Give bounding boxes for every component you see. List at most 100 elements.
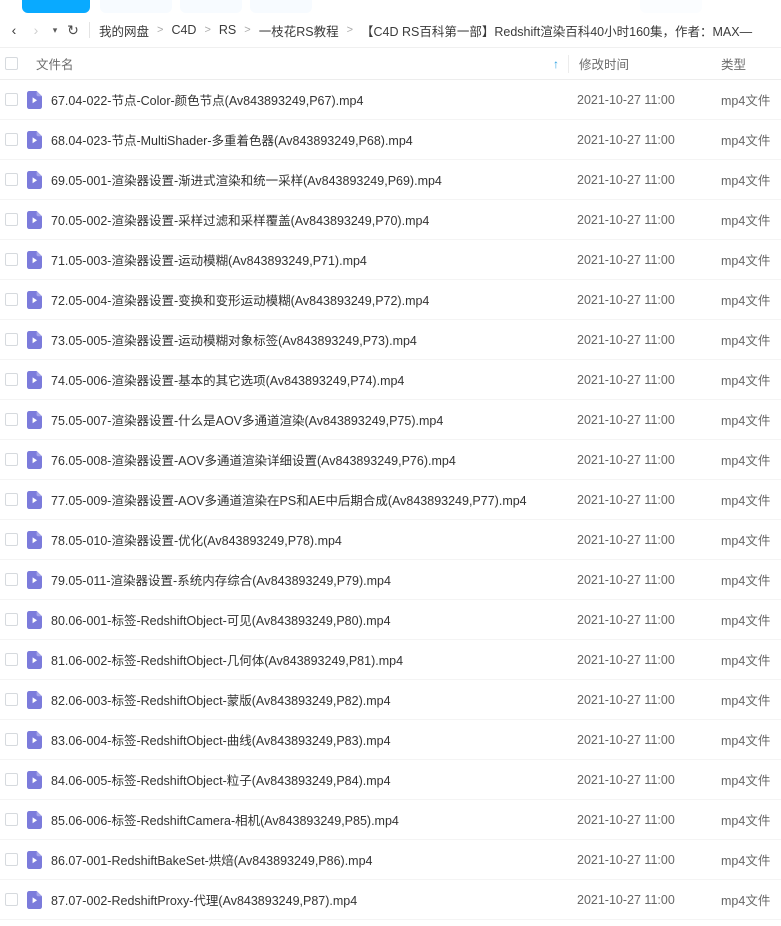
table-row[interactable]: 77.05-009-渲染器设置-AOV多通道渲染在PS和AE中后期合成(Av84… (0, 480, 781, 520)
file-modified-time: 2021-10-27 11:00 (577, 212, 675, 227)
row-checkbox[interactable] (5, 213, 18, 226)
table-row[interactable]: 82.06-003-标签-RedshiftObject-蒙版(Av8438932… (0, 680, 781, 720)
file-name[interactable]: 73.05-005-渲染器设置-运动模糊对象标签(Av843893249,P73… (51, 330, 564, 349)
table-row[interactable]: 68.04-023-节点-MultiShader-多重着色器(Av8438932… (0, 120, 781, 160)
column-header-name[interactable]: 文件名 (36, 54, 549, 73)
select-all-checkbox[interactable] (5, 57, 18, 70)
file-name[interactable]: 71.05-003-渲染器设置-运动模糊(Av843893249,P71).mp… (51, 250, 564, 269)
chevron-down-icon[interactable]: ▾ (47, 18, 63, 42)
file-name[interactable]: 81.06-002-标签-RedshiftObject-几何体(Av843893… (51, 650, 564, 669)
toolbar-button-2[interactable] (180, 0, 242, 13)
row-checkbox[interactable] (5, 93, 18, 106)
toolbar-button-4[interactable] (640, 0, 702, 13)
file-name[interactable]: 87.07-002-RedshiftProxy-代理(Av843893249,P… (51, 890, 564, 909)
file-modified-time: 2021-10-27 11:00 (577, 892, 675, 907)
row-checkbox[interactable] (5, 413, 18, 426)
row-checkbox[interactable] (5, 653, 18, 666)
file-name[interactable]: 68.04-023-节点-MultiShader-多重着色器(Av8438932… (51, 130, 564, 149)
breadcrumb-item-course[interactable]: 一枝花RS教程 (259, 21, 339, 40)
video-file-icon (27, 330, 42, 349)
row-checkbox[interactable] (5, 573, 18, 586)
file-name[interactable]: 76.05-008-渲染器设置-AOV多通道渲染详细设置(Av843893249… (51, 450, 564, 469)
table-row[interactable]: 70.05-002-渲染器设置-采样过滤和采样覆盖(Av843893249,P7… (0, 200, 781, 240)
file-modified-time: 2021-10-27 11:00 (577, 412, 675, 427)
table-row[interactable]: 74.05-006-渲染器设置-基本的其它选项(Av843893249,P74)… (0, 360, 781, 400)
table-row[interactable]: 73.05-005-渲染器设置-运动模糊对象标签(Av843893249,P73… (0, 320, 781, 360)
file-modified-time: 2021-10-27 11:00 (577, 852, 675, 867)
file-name[interactable]: 74.05-006-渲染器设置-基本的其它选项(Av843893249,P74)… (51, 370, 564, 389)
refresh-icon[interactable]: ↻ (63, 18, 83, 42)
row-checkbox[interactable] (5, 893, 18, 906)
table-row[interactable]: 87.07-002-RedshiftProxy-代理(Av843893249,P… (0, 880, 781, 920)
divider (89, 22, 90, 38)
file-name[interactable]: 70.05-002-渲染器设置-采样过滤和采样覆盖(Av843893249,P7… (51, 210, 564, 229)
table-row[interactable]: 83.06-004-标签-RedshiftObject-曲线(Av8438932… (0, 720, 781, 760)
file-modified-time: 2021-10-27 11:00 (577, 612, 675, 627)
breadcrumb-item-c4d[interactable]: C4D (171, 23, 196, 37)
file-name[interactable]: 84.06-005-标签-RedshiftObject-粒子(Av8438932… (51, 770, 564, 789)
file-name[interactable]: 80.06-001-标签-RedshiftObject-可见(Av8438932… (51, 610, 564, 629)
file-modified-time: 2021-10-27 11:00 (577, 292, 675, 307)
row-checkbox[interactable] (5, 293, 18, 306)
breadcrumb-separator-icon: > (157, 24, 164, 36)
file-name[interactable]: 77.05-009-渲染器设置-AOV多通道渲染在PS和AE中后期合成(Av84… (51, 490, 564, 509)
upload-button[interactable] (22, 0, 90, 13)
file-name[interactable]: 79.05-011-渲染器设置-系统内存综合(Av843893249,P79).… (51, 570, 564, 589)
breadcrumb-item-rs[interactable]: RS (219, 23, 236, 37)
row-checkbox[interactable] (5, 253, 18, 266)
table-row[interactable]: 71.05-003-渲染器设置-运动模糊(Av843893249,P71).mp… (0, 240, 781, 280)
row-checkbox[interactable] (5, 853, 18, 866)
row-checkbox[interactable] (5, 813, 18, 826)
table-row[interactable]: 78.05-010-渲染器设置-优化(Av843893249,P78).mp4 2… (0, 520, 781, 560)
file-name[interactable]: 82.06-003-标签-RedshiftObject-蒙版(Av8438932… (51, 690, 564, 709)
row-checkbox[interactable] (5, 533, 18, 546)
breadcrumb-item-root[interactable]: 我的网盘 (99, 21, 149, 40)
table-row[interactable]: 81.06-002-标签-RedshiftObject-几何体(Av843893… (0, 640, 781, 680)
row-checkbox[interactable] (5, 333, 18, 346)
column-header-modified[interactable]: 修改时间 (569, 54, 721, 73)
file-name[interactable]: 67.04-022-节点-Color-颜色节点(Av843893249,P67)… (51, 90, 564, 109)
row-checkbox[interactable] (5, 133, 18, 146)
row-checkbox[interactable] (5, 773, 18, 786)
row-checkbox[interactable] (5, 613, 18, 626)
table-row[interactable]: 84.06-005-标签-RedshiftObject-粒子(Av8438932… (0, 760, 781, 800)
file-type: mp4文件 (721, 774, 771, 788)
row-checkbox[interactable] (5, 173, 18, 186)
file-name[interactable]: 86.07-001-RedshiftBakeSet-烘焙(Av843893249… (51, 850, 564, 869)
video-file-icon (27, 850, 42, 869)
column-header-type[interactable]: 类型 (721, 54, 781, 73)
table-row[interactable]: 79.05-011-渲染器设置-系统内存综合(Av843893249,P79).… (0, 560, 781, 600)
table-row[interactable]: 80.06-001-标签-RedshiftObject-可见(Av8438932… (0, 600, 781, 640)
table-row[interactable]: 72.05-004-渲染器设置-变换和变形运动模糊(Av843893249,P7… (0, 280, 781, 320)
file-modified-time: 2021-10-27 11:00 (577, 252, 675, 267)
file-type: mp4文件 (721, 254, 771, 268)
table-row[interactable]: 75.05-007-渲染器设置-什么是AOV多通道渲染(Av843893249,… (0, 400, 781, 440)
row-checkbox[interactable] (5, 733, 18, 746)
file-name[interactable]: 78.05-010-渲染器设置-优化(Av843893249,P78).mp4 (51, 530, 564, 549)
row-checkbox[interactable] (5, 493, 18, 506)
file-name[interactable]: 69.05-001-渲染器设置-渐进式渲染和统一采样(Av843893249,P… (51, 170, 564, 189)
file-name[interactable]: 72.05-004-渲染器设置-变换和变形运动模糊(Av843893249,P7… (51, 290, 564, 309)
toolbar-button-1[interactable] (100, 0, 172, 13)
forward-icon[interactable]: › (25, 18, 47, 42)
breadcrumb: ‹ › ▾ ↻ 我的网盘 > C4D > RS > 一枝花RS教程 > 【C4D… (0, 13, 781, 48)
row-checkbox[interactable] (5, 693, 18, 706)
breadcrumb-item-current[interactable]: 【C4D RS百科第一部】Redshift渲染百科40小时160集，作者：MAX… (361, 21, 752, 40)
video-file-icon (27, 770, 42, 789)
file-name[interactable]: 83.06-004-标签-RedshiftObject-曲线(Av8438932… (51, 730, 564, 749)
toolbar-button-3[interactable] (250, 0, 312, 13)
file-name[interactable]: 75.05-007-渲染器设置-什么是AOV多通道渲染(Av843893249,… (51, 410, 564, 429)
sort-ascending-icon[interactable]: ↑ (549, 57, 563, 71)
file-list[interactable]: 67.04-022-节点-Color-颜色节点(Av843893249,P67)… (0, 80, 781, 926)
table-row[interactable]: 69.05-001-渲染器设置-渐进式渲染和统一采样(Av843893249,P… (0, 160, 781, 200)
table-row[interactable]: 85.06-006-标签-RedshiftCamera-相机(Av8438932… (0, 800, 781, 840)
file-type: mp4文件 (721, 134, 771, 148)
table-row[interactable]: 76.05-008-渲染器设置-AOV多通道渲染详细设置(Av843893249… (0, 440, 781, 480)
back-icon[interactable]: ‹ (3, 18, 25, 42)
file-name[interactable]: 85.06-006-标签-RedshiftCamera-相机(Av8438932… (51, 810, 564, 829)
file-type: mp4文件 (721, 454, 771, 468)
table-row[interactable]: 86.07-001-RedshiftBakeSet-烘焙(Av843893249… (0, 840, 781, 880)
row-checkbox[interactable] (5, 453, 18, 466)
row-checkbox[interactable] (5, 373, 18, 386)
table-row[interactable]: 67.04-022-节点-Color-颜色节点(Av843893249,P67)… (0, 80, 781, 120)
